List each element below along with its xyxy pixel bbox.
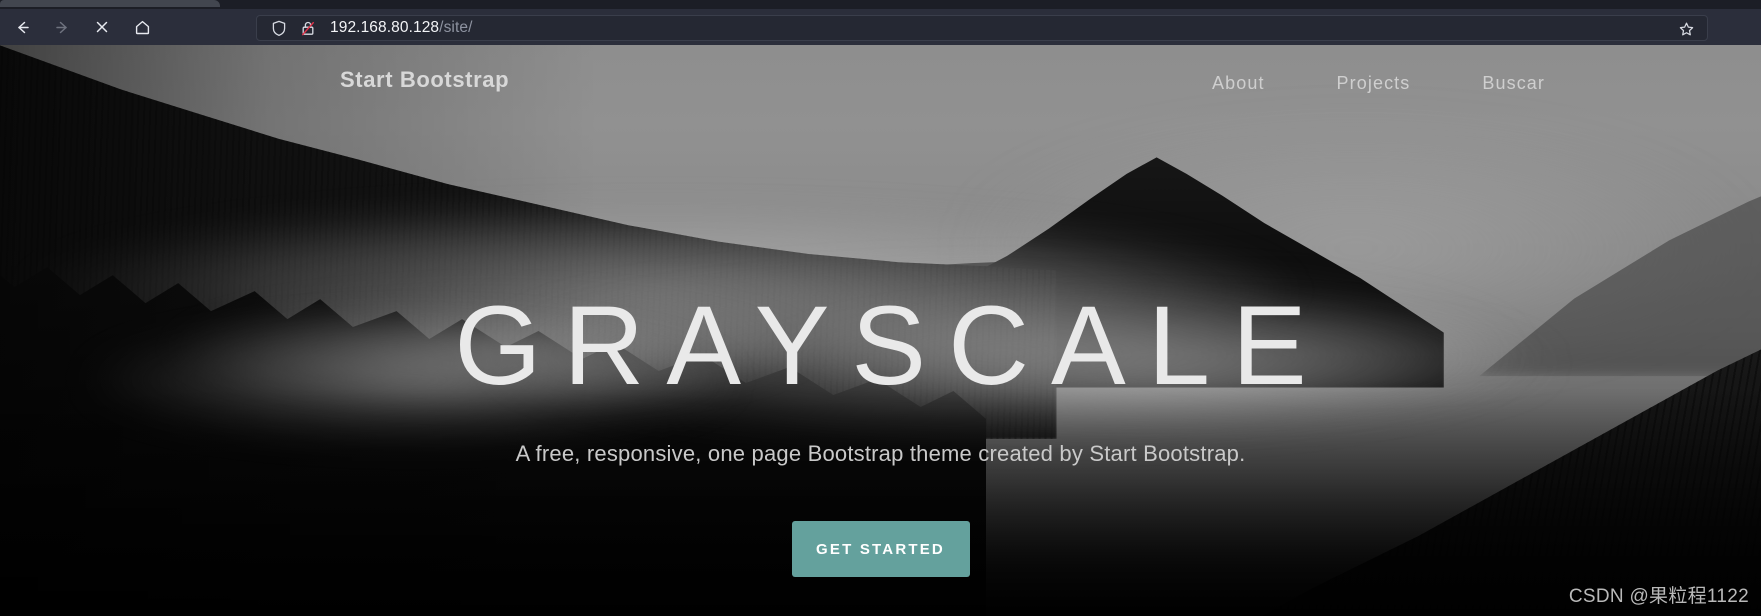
hero-subtitle: A free, responsive, one page Bootstrap t… bbox=[515, 441, 1246, 466]
url-text: 192.168.80.128/site/ bbox=[330, 19, 473, 37]
browser-toolbar: 192.168.80.128/site/ bbox=[0, 9, 1761, 45]
tab-strip bbox=[0, 0, 1761, 9]
forward-button[interactable] bbox=[44, 12, 80, 42]
home-icon bbox=[134, 19, 151, 36]
csdn-watermark: CSDN @果粒程1122 bbox=[1568, 586, 1749, 607]
hero-title: GRAYSCALE bbox=[454, 283, 1329, 408]
navbar-links: About Projects Buscar bbox=[1212, 73, 1545, 94]
tracking-protection-shield-icon[interactable] bbox=[271, 20, 287, 37]
back-arrow-icon bbox=[14, 19, 31, 36]
bookmark-star-icon[interactable] bbox=[1676, 20, 1696, 39]
browser-tab[interactable] bbox=[0, 0, 220, 7]
site-navbar: Start Bootstrap About Projects Buscar bbox=[0, 45, 1761, 117]
home-button[interactable] bbox=[124, 12, 160, 42]
hero-content: GRAYSCALE A free, responsive, one page B… bbox=[0, 45, 1761, 616]
navbar-brand[interactable]: Start Bootstrap bbox=[340, 67, 509, 93]
address-bar[interactable]: 192.168.80.128/site/ bbox=[256, 15, 1708, 41]
nav-link-buscar[interactable]: Buscar bbox=[1482, 73, 1545, 94]
url-path: /site/ bbox=[439, 19, 473, 36]
insecure-connection-broken-lock-icon[interactable] bbox=[300, 20, 316, 37]
browser-chrome: 192.168.80.128/site/ bbox=[0, 0, 1761, 45]
stop-loading-icon bbox=[94, 19, 110, 35]
url-host: 192.168.80.128 bbox=[330, 19, 440, 36]
nav-link-about[interactable]: About bbox=[1212, 73, 1265, 94]
stop-loading-button[interactable] bbox=[84, 12, 120, 42]
nav-link-projects[interactable]: Projects bbox=[1337, 73, 1411, 94]
get-started-button[interactable]: GET STARTED bbox=[791, 521, 970, 578]
forward-arrow-icon bbox=[54, 19, 71, 36]
back-button[interactable] bbox=[4, 12, 40, 42]
page-viewport: Start Bootstrap About Projects Buscar GR… bbox=[0, 45, 1761, 616]
